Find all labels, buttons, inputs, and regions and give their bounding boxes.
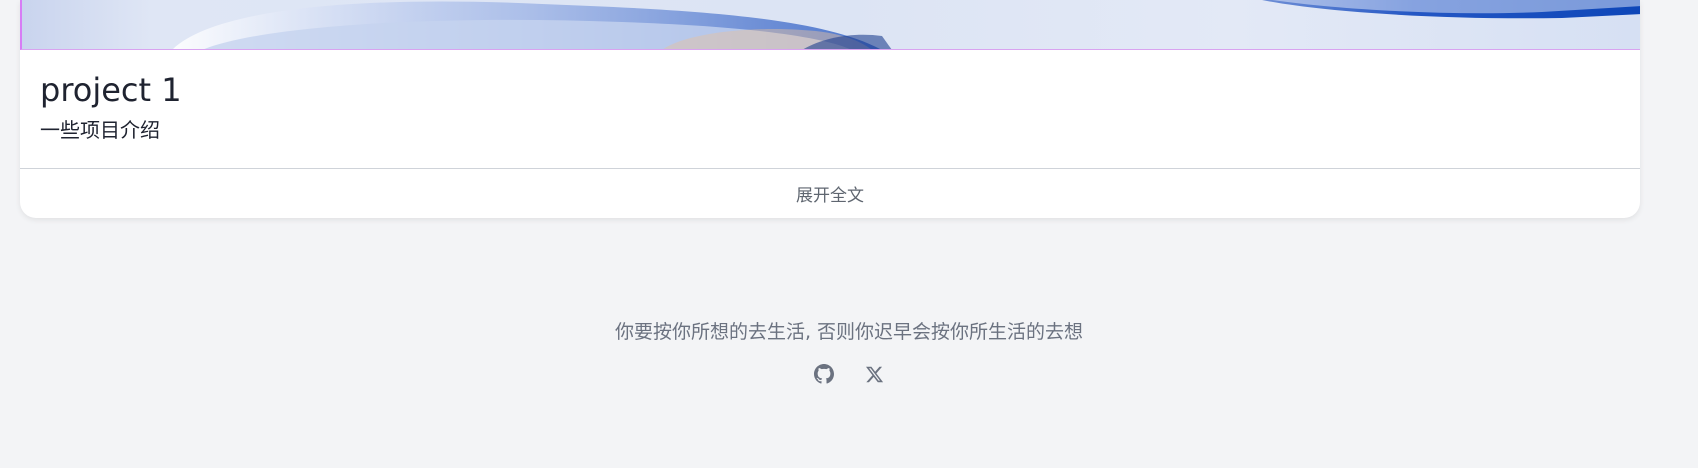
project-cover-image[interactable] — [20, 0, 1640, 50]
expand-full-text-button[interactable]: 展开全文 — [20, 169, 1640, 218]
github-icon — [814, 364, 834, 384]
x-link[interactable] — [862, 362, 886, 386]
x-icon — [865, 366, 883, 382]
footer-quote: 你要按你所想的去生活, 否则你迟早会按你所生活的去想 — [614, 321, 1084, 343]
cover-artwork — [173, 0, 1640, 49]
project-description: 一些项目介绍 — [40, 118, 160, 142]
project-card-body: project 1 一些项目介绍 — [40, 70, 182, 144]
social-links — [0, 362, 1698, 386]
project-card: project 1 一些项目介绍 展开全文 — [20, 0, 1640, 218]
site-footer: 你要按你所想的去生活, 否则你迟早会按你所生活的去想 — [0, 318, 1698, 386]
project-title[interactable]: project 1 — [40, 70, 182, 110]
github-link[interactable] — [812, 362, 836, 386]
